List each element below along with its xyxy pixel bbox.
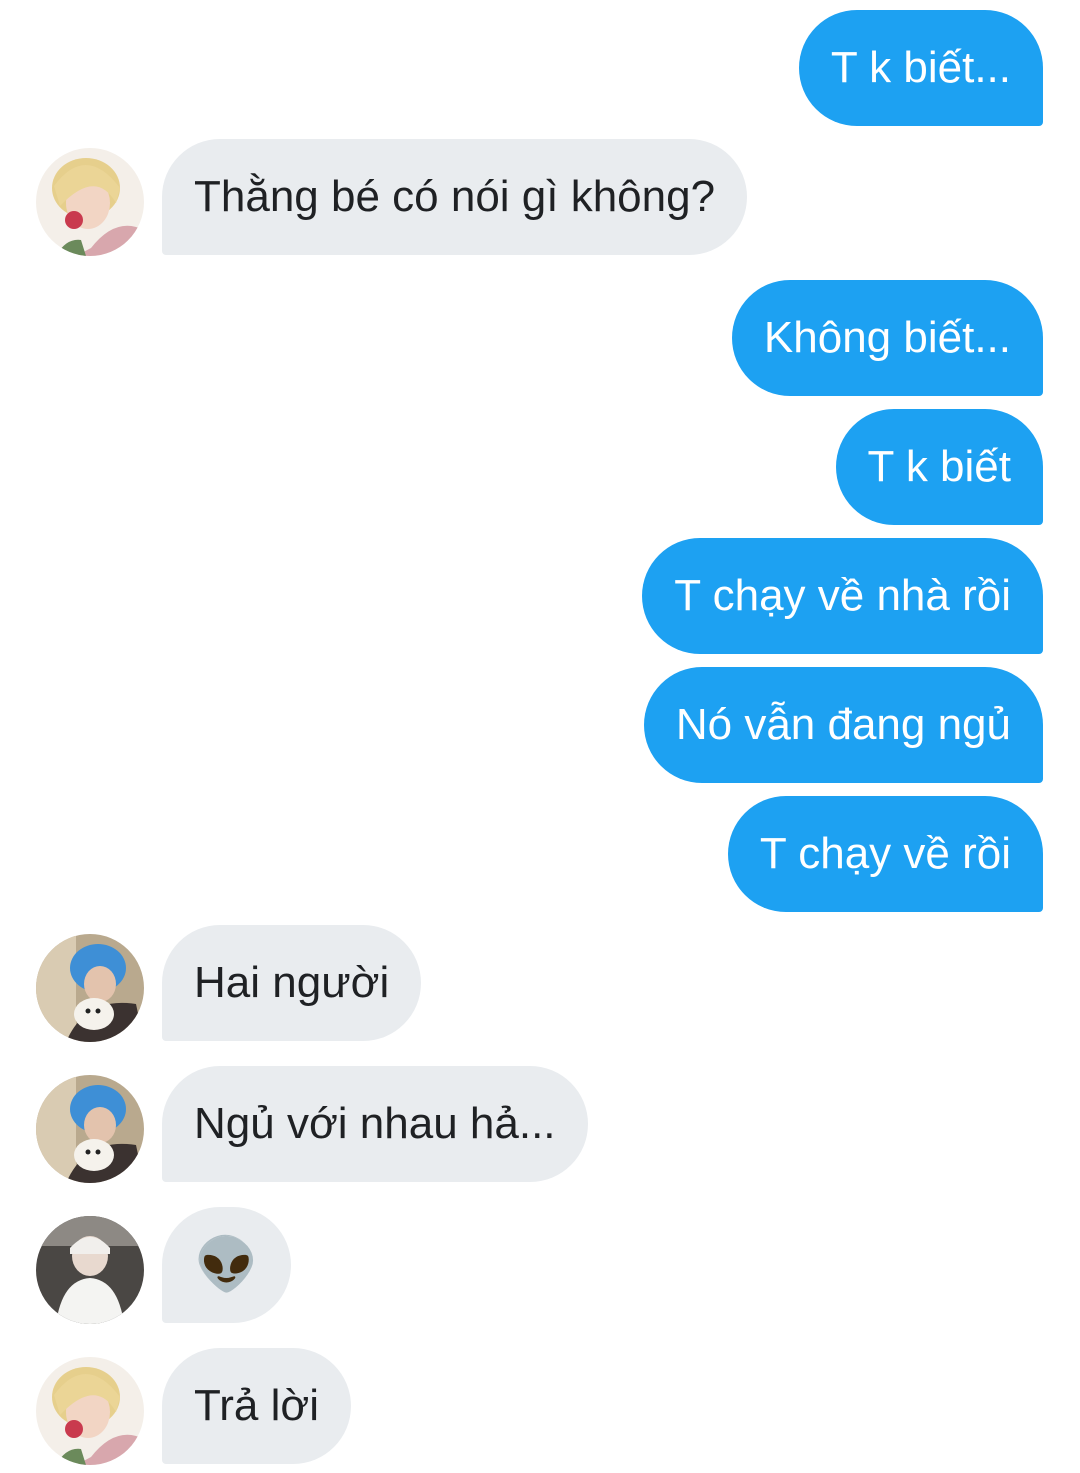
received-message-bubble[interactable]: Hai người [162, 925, 422, 1041]
avatar-image [36, 1216, 144, 1324]
avatar-image [36, 1357, 144, 1465]
message-text: T k biết... [830, 43, 1011, 92]
message-text: T chạy về rồi [759, 829, 1011, 878]
message-text: Không biết... [763, 313, 1011, 362]
sent-message-bubble[interactable]: T k biết... [798, 10, 1043, 126]
message-text: Nó vẫn đang ngủ [675, 700, 1011, 749]
sent-message-bubble[interactable]: T chạy về nhà rồi [642, 538, 1043, 654]
received-message-bubble[interactable]: Ngủ với nhau hả... [162, 1066, 588, 1182]
avatar-image [36, 148, 144, 256]
alien-emoji: 👽 [194, 1236, 259, 1294]
sent-message-bubble[interactable]: Nó vẫn đang ngủ [643, 667, 1043, 783]
blonde-avatar[interactable] [36, 1357, 144, 1465]
message-text: T chạy về nhà rồi [674, 571, 1011, 620]
message-text: Thằng bé có nói gì không? [194, 172, 716, 221]
received-message-bubble[interactable]: Trả lời [162, 1348, 351, 1464]
sent-message-bubble[interactable]: T chạy về rồi [727, 796, 1043, 912]
message-text: Trả lời [194, 1381, 319, 1430]
blonde-avatar[interactable] [36, 148, 144, 256]
message-text: T k biết [867, 442, 1011, 491]
dark-photo-avatar[interactable] [36, 1216, 144, 1324]
blue-hair-avatar[interactable] [36, 1075, 144, 1183]
avatar-image [36, 934, 144, 1042]
received-message-bubble[interactable]: Thằng bé có nói gì không? [162, 139, 748, 255]
sent-message-bubble[interactable]: T k biết [835, 409, 1043, 525]
blue-hair-avatar[interactable] [36, 934, 144, 1042]
sent-message-bubble[interactable]: Không biết... [731, 280, 1043, 396]
avatar-image [36, 1075, 144, 1183]
message-text: Ngủ với nhau hả... [194, 1099, 556, 1148]
received-message-bubble[interactable]: 👽 [162, 1207, 291, 1323]
message-text: Hai người [194, 958, 390, 1007]
